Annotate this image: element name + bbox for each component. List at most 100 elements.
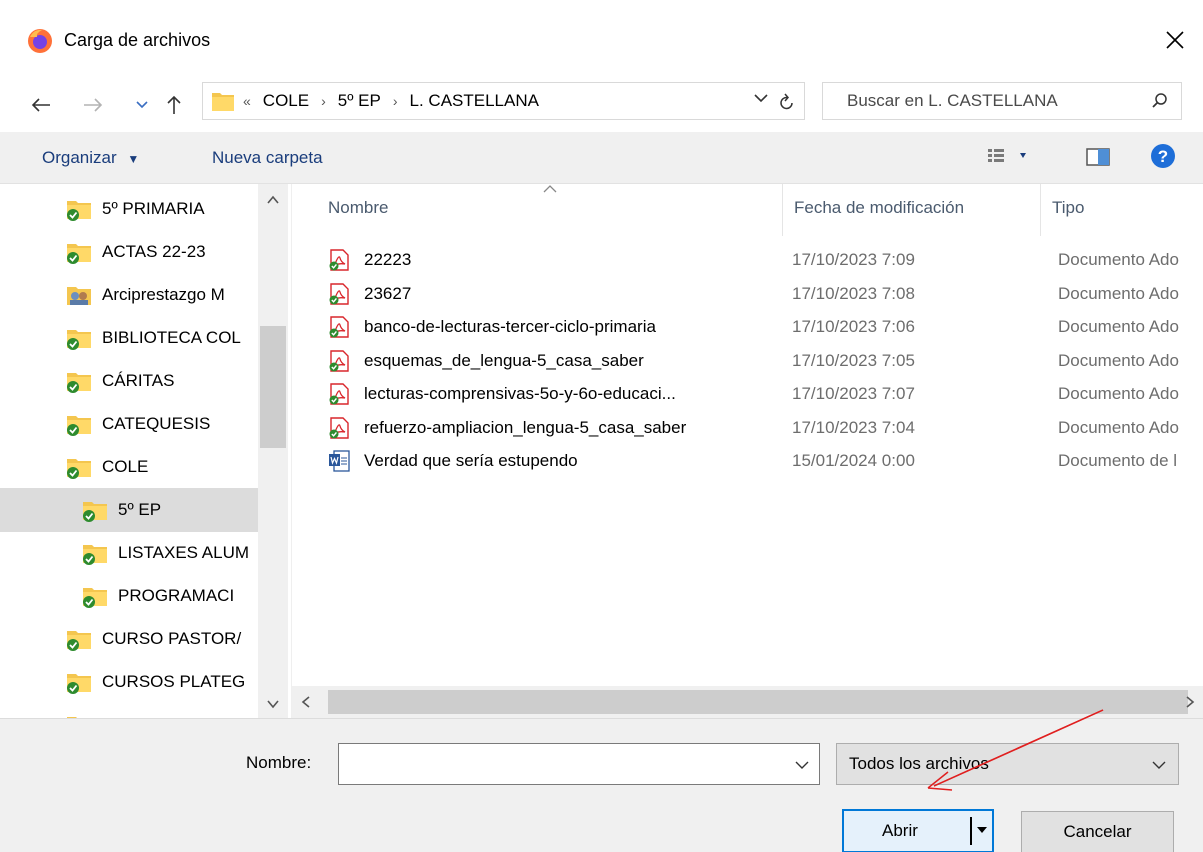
file-name: esquemas_de_lengua-5_casa_saber	[364, 350, 644, 370]
file-modified-date: 17/10/2023 7:06	[792, 317, 915, 336]
column-header-name[interactable]: Nombre	[328, 198, 388, 218]
sidebar-item[interactable]: 5º EP	[0, 488, 258, 532]
column-divider[interactable]	[1040, 184, 1041, 236]
organize-button[interactable]: Organizar ▼	[42, 148, 139, 168]
address-dropdown-icon[interactable]	[754, 93, 768, 103]
scroll-right-icon[interactable]	[1184, 696, 1196, 708]
navigation-bar: « COLE › 5º EP › L. CASTELLANA	[0, 78, 1203, 132]
search-box	[822, 82, 1182, 120]
sidebar-item[interactable]: ACTAS 22-23	[0, 230, 258, 274]
sidebar-item-label: BIBLIOTECA COL	[102, 328, 241, 347]
scroll-up-icon[interactable]	[267, 194, 279, 206]
sidebar-scroll-thumb[interactable]	[260, 326, 286, 448]
column-header-modified[interactable]: Fecha de modificación	[794, 198, 964, 218]
arrow-right-icon	[84, 98, 103, 112]
breadcrumb-chevron-icon[interactable]: ›	[321, 93, 326, 109]
forward-button[interactable]	[78, 88, 108, 122]
sidebar-item-label: CURSO PASTOR/	[102, 629, 242, 648]
file-modified-date: 17/10/2023 7:04	[792, 417, 915, 437]
chevron-down-icon[interactable]	[795, 760, 809, 770]
sidebar-item[interactable]: CURSOS PLATEG	[0, 660, 258, 704]
breadcrumb-item-cole[interactable]: COLE	[263, 91, 309, 111]
window-title: Carga de archivos	[64, 30, 211, 50]
sidebar-item[interactable]: CURSO PASTOR/	[0, 617, 258, 661]
command-toolbar: Organizar ▼ Nueva carpeta ?	[0, 132, 1203, 184]
sidebar-item[interactable]: BIBLIOTECA COL	[0, 316, 258, 360]
file-type: Documento Ado	[1058, 317, 1179, 336]
sidebar-item[interactable]: Arciprestazgo M	[0, 273, 258, 317]
file-type: Documento Ado	[1058, 384, 1179, 403]
sidebar-item[interactable]: COLE	[0, 445, 258, 489]
caret-down-icon: ▼	[127, 152, 140, 166]
search-icon[interactable]	[1151, 92, 1169, 110]
sidebar-item[interactable]: LISTAXES ALUM	[0, 531, 258, 575]
open-button[interactable]: Abrir	[842, 809, 994, 852]
breadcrumb: « COLE › 5º EP › L. CASTELLANA	[243, 91, 551, 111]
sidebar-item-label: COLE	[102, 457, 149, 476]
close-button[interactable]	[1157, 22, 1193, 58]
folder-icon	[212, 93, 234, 111]
split-divider	[970, 817, 972, 845]
horizontal-scroll-thumb[interactable]	[328, 690, 1188, 714]
organize-label: Organizar	[42, 148, 117, 167]
sidebar-item-label: 5º PRIMARIA	[102, 199, 205, 218]
sidebar-item[interactable]: CATEQUESIS	[0, 402, 258, 446]
file-modified-date: 17/10/2023 7:05	[792, 350, 915, 370]
cancel-button[interactable]: Cancelar	[1021, 811, 1174, 852]
view-options-icon[interactable]	[986, 144, 1032, 168]
open-button-label: Abrir	[882, 821, 918, 840]
file-modified-date: 17/10/2023 7:08	[792, 283, 915, 303]
sidebar-item[interactable]: EDLC CEID JUAI	[0, 703, 258, 718]
folder-sync-icon	[83, 502, 107, 522]
breadcrumb-item-castellana[interactable]: L. CASTELLANA	[410, 91, 539, 111]
sidebar-item[interactable]: PROGRAMACI	[0, 574, 258, 618]
file-row[interactable]: banco-de-lecturas-tercer-ciclo-primaria 1…	[322, 311, 1202, 343]
up-button[interactable]	[162, 88, 186, 122]
refresh-icon	[780, 93, 793, 110]
filename-label: Nombre:	[246, 753, 312, 772]
folder-sync-icon	[67, 416, 91, 436]
file-row[interactable]: refuerzo-ampliacion_lengua-5_casa_saber 1…	[322, 412, 1202, 444]
breadcrumb-item-5ep[interactable]: 5º EP	[338, 91, 381, 111]
address-bar[interactable]: « COLE › 5º EP › L. CASTELLANA	[202, 82, 805, 120]
column-header-type[interactable]: Tipo	[1052, 198, 1084, 218]
filename-input[interactable]	[339, 744, 779, 784]
file-name: banco-de-lecturas-tercer-ciclo-primaria	[364, 317, 656, 336]
scroll-left-icon[interactable]	[300, 696, 312, 708]
file-row[interactable]: 22223 17/10/2023 7:09 Documento Ado	[322, 244, 1202, 276]
folder-sync-icon	[67, 330, 91, 350]
sidebar-item-label: ACTAS 22-23	[102, 242, 206, 261]
file-type-filter[interactable]: Todos los archivos	[836, 743, 1179, 785]
help-icon[interactable]: ?	[1150, 143, 1176, 169]
folder-sync-icon	[67, 244, 91, 264]
sidebar-item[interactable]: CÁRITAS	[0, 359, 258, 403]
breadcrumb-overflow[interactable]: «	[243, 93, 251, 109]
back-button[interactable]	[26, 88, 56, 122]
horizontal-scrollbar[interactable]	[292, 686, 1203, 718]
file-row[interactable]: 23627 17/10/2023 7:08 Documento Ado	[322, 278, 1202, 310]
folder-sync-icon	[83, 545, 107, 565]
firefox-icon	[28, 29, 52, 53]
sort-ascending-icon	[543, 185, 557, 193]
preview-pane-icon[interactable]	[1086, 147, 1110, 167]
cancel-button-label: Cancelar	[1063, 822, 1132, 841]
sidebar-item[interactable]: 5º PRIMARIA	[0, 187, 258, 231]
close-icon	[1166, 31, 1184, 49]
caret-down-icon[interactable]	[976, 825, 988, 835]
column-divider[interactable]	[782, 184, 783, 236]
file-row[interactable]: Verdad que sería estupendo 15/01/2024 0:0…	[322, 445, 1202, 477]
file-row[interactable]: lecturas-comprensivas-5o-y-6o-educaci...…	[322, 378, 1202, 410]
scroll-down-icon[interactable]	[267, 698, 279, 710]
refresh-button[interactable]	[774, 89, 800, 115]
recent-locations-button[interactable]	[132, 88, 152, 122]
sidebar-scrollbar[interactable]	[258, 184, 288, 718]
file-modified-date: 17/10/2023 7:09	[792, 250, 915, 269]
file-type: Documento Ado	[1058, 283, 1179, 303]
file-name: refuerzo-ampliacion_lengua-5_casa_saber	[364, 417, 687, 437]
file-name: 23627	[364, 283, 412, 303]
file-row[interactable]: esquemas_de_lengua-5_casa_saber 17/10/202…	[322, 345, 1202, 377]
word-icon	[329, 450, 350, 472]
search-input[interactable]	[823, 83, 1143, 119]
new-folder-button[interactable]: Nueva carpeta	[212, 148, 323, 168]
breadcrumb-chevron-icon[interactable]: ›	[393, 93, 398, 109]
